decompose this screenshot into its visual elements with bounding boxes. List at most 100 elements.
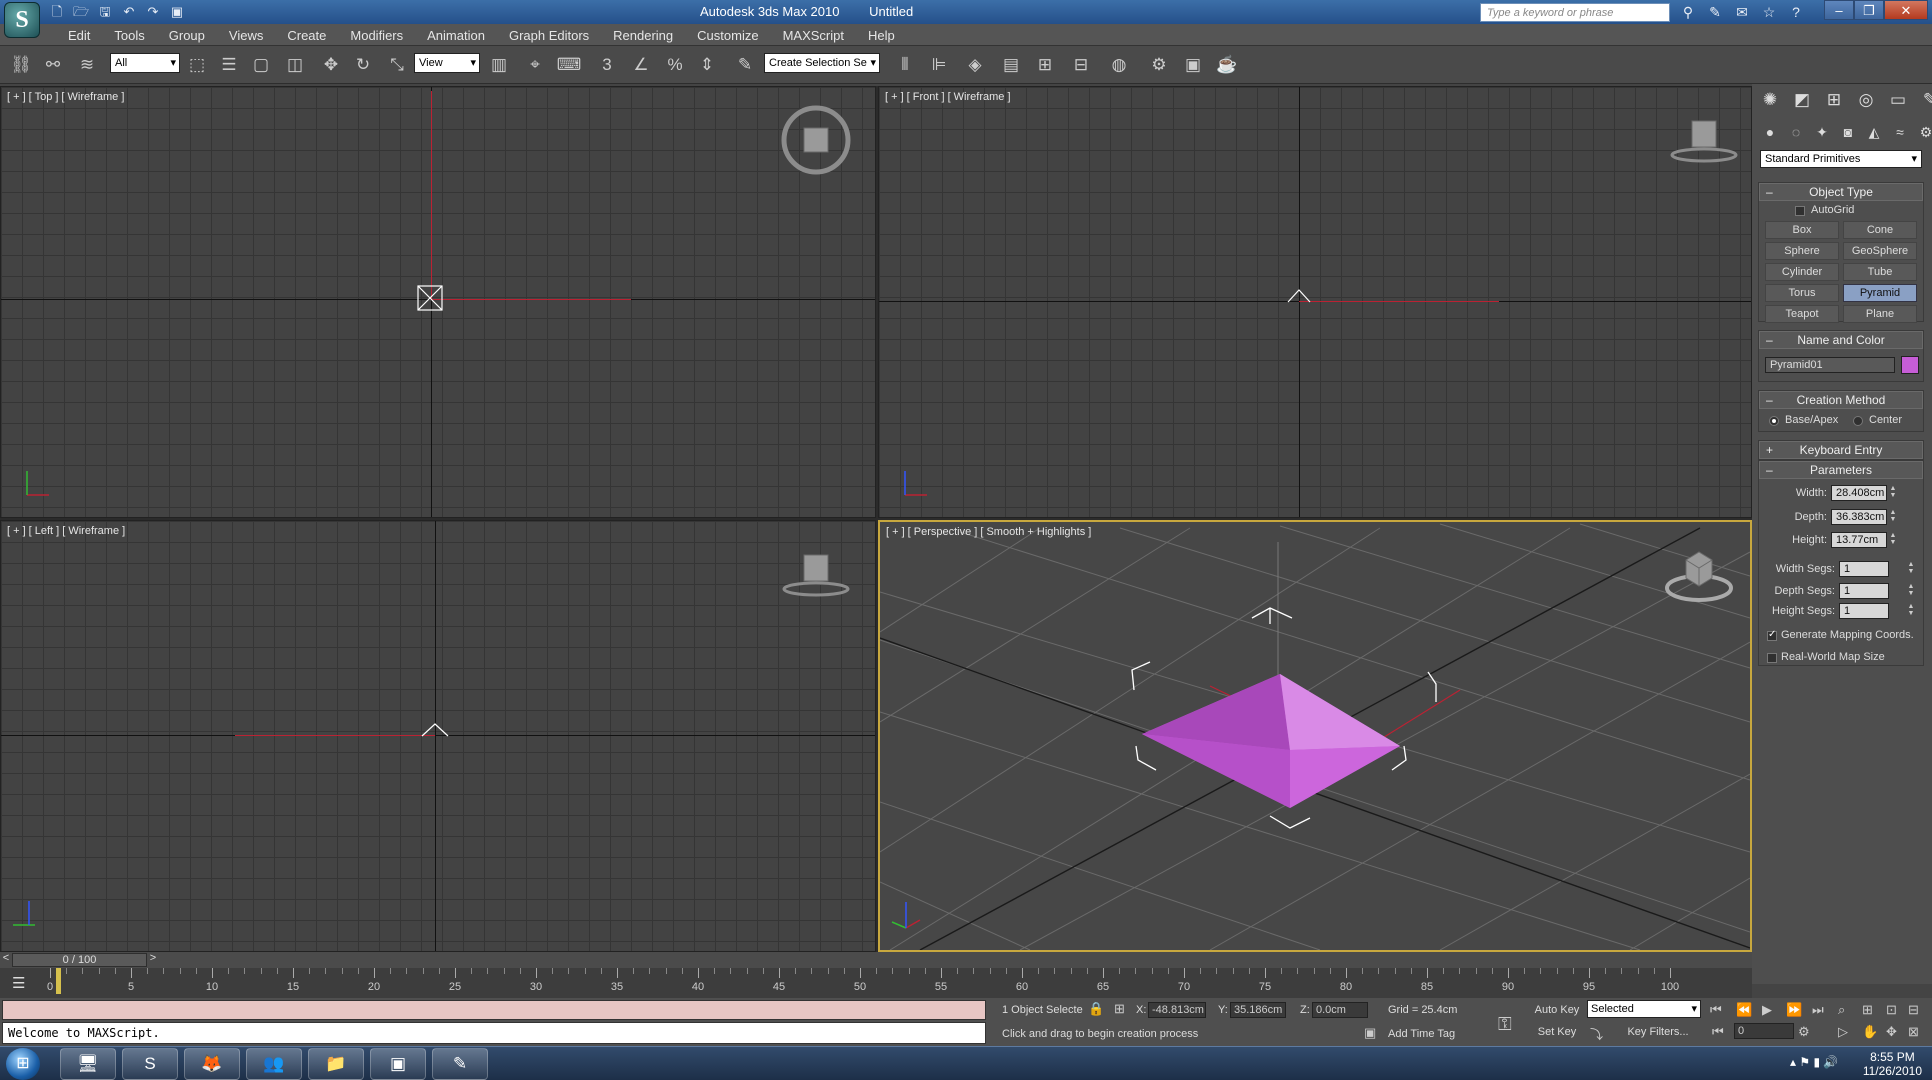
mini-curve-editor-icon[interactable]: ☰ <box>12 974 32 992</box>
bind-space-warp-icon[interactable]: ≋ <box>74 52 100 78</box>
taskbar-firefox-icon[interactable]: 🦊 <box>184 1048 240 1080</box>
favorites-star-icon[interactable]: ☆ <box>1759 3 1779 21</box>
default-tangents-icon[interactable]: ⤵ <box>1590 1024 1603 1043</box>
key-filters-button[interactable]: Key Filters... <box>1616 1026 1700 1038</box>
viewport-name[interactable]: [ Perspective ] <box>908 526 978 538</box>
viewcube-left[interactable] <box>781 539 851 609</box>
viewport-left-label[interactable]: [ + ][ Left ][ Wireframe ] <box>7 525 128 537</box>
width-spinner[interactable]: ▲ ▼ <box>1889 485 1897 501</box>
rectangular-selection-icon[interactable]: ▢ <box>248 52 274 78</box>
x-coordinate-field[interactable]: -48.813cm <box>1148 1002 1206 1018</box>
height-spinner[interactable]: ▲ ▼ <box>1889 532 1897 548</box>
minimize-icon[interactable]: – <box>1824 0 1854 20</box>
zoom-extents-all-icon[interactable]: ⊟ <box>1908 1002 1919 1018</box>
render-setup-icon[interactable]: ⚙ <box>1146 52 1172 78</box>
maxscript-output[interactable]: Welcome to MAXScript. <box>2 1022 986 1044</box>
object-name-input[interactable]: Pyramid01 <box>1765 357 1895 373</box>
height-input[interactable]: 13.77cm <box>1831 532 1887 548</box>
select-object-icon[interactable]: ⬚ <box>184 52 210 78</box>
category-dropdown[interactable]: Standard Primitives <box>1760 150 1922 168</box>
time-config-icon[interactable]: ⚙ <box>1798 1024 1810 1040</box>
modify-tab-icon[interactable]: ◩ <box>1790 88 1814 112</box>
close-icon[interactable]: ✕ <box>1884 0 1928 20</box>
previous-frame-icon[interactable]: ⏪ <box>1736 1002 1752 1018</box>
display-tab-icon[interactable]: ▭ <box>1886 88 1910 112</box>
viewport-top-label[interactable]: [ + ][ Top ][ Wireframe ] <box>7 91 127 103</box>
viewport-menu-plus[interactable]: [ + ] <box>7 525 26 537</box>
utilities-tab-icon[interactable]: ✎ <box>1918 88 1932 112</box>
width-segs-input[interactable]: 1 <box>1839 561 1889 577</box>
help-icon[interactable]: ? <box>1786 3 1806 21</box>
redo-icon[interactable]: ↷ <box>144 3 162 20</box>
graphite-ribbon-icon[interactable]: ▤ <box>998 52 1024 78</box>
snaps-toggle-icon[interactable]: 3 <box>594 52 620 78</box>
schematic-view-icon[interactable]: ⊟ <box>1068 52 1094 78</box>
window-crossing-icon[interactable]: ◫ <box>282 52 308 78</box>
torus-button[interactable]: Torus <box>1765 284 1839 302</box>
go-to-start-icon[interactable]: ⏮ <box>1710 1002 1722 1018</box>
viewcube-perspective[interactable] <box>1664 540 1734 610</box>
selection-filter-dropdown[interactable]: All <box>110 53 180 73</box>
viewport-shading[interactable]: [ Smooth + Highlights ] <box>980 526 1091 538</box>
menu-edit[interactable]: Edit <box>56 28 102 43</box>
time-slider-prev[interactable]: < <box>0 952 12 968</box>
time-slider[interactable]: < 0 / 100 > <box>0 952 1752 968</box>
cylinder-button[interactable]: Cylinder <box>1765 263 1839 281</box>
keyboard-entry-header[interactable]: + Keyboard Entry <box>1759 441 1923 459</box>
go-to-end-icon[interactable]: ⏭ <box>1812 1002 1824 1018</box>
set-key-button[interactable]: Set Key <box>1532 1026 1582 1038</box>
center-radio[interactable] <box>1853 416 1863 426</box>
width-input[interactable]: 28.408cm <box>1831 485 1887 501</box>
layer-manager-icon[interactable]: ◈ <box>962 52 988 78</box>
search-input[interactable]: Type a keyword or phrase <box>1480 3 1670 22</box>
name-color-header[interactable]: – Name and Color <box>1759 331 1923 349</box>
viewport-menu-plus[interactable]: [ + ] <box>7 91 26 103</box>
viewport-menu-plus[interactable]: [ + ] <box>886 526 905 538</box>
render-production-icon[interactable]: ☕ <box>1214 52 1240 78</box>
rendered-frame-icon[interactable]: ▣ <box>1180 52 1206 78</box>
box-button[interactable]: Box <box>1765 221 1839 239</box>
edit-named-selection-icon[interactable]: ✎ <box>732 52 758 78</box>
viewport-left[interactable]: [ + ][ Left ][ Wireframe ] <box>0 520 876 952</box>
restore-icon[interactable]: ❐ <box>1854 0 1884 20</box>
absolute-mode-icon[interactable]: ⊞ <box>1114 1001 1125 1017</box>
link-icon[interactable]: ⛓ <box>8 52 34 78</box>
select-by-name-icon[interactable]: ☰ <box>216 52 242 78</box>
angle-snap-icon[interactable]: ∠ <box>628 52 654 78</box>
app-menu-button[interactable]: S <box>4 2 40 38</box>
material-editor-icon[interactable]: ◍ <box>1106 52 1132 78</box>
viewport-top[interactable]: [ + ][ Top ][ Wireframe ] <box>0 86 876 518</box>
viewport-front-label[interactable]: [ + ][ Front ][ Wireframe ] <box>885 91 1014 103</box>
scale-icon[interactable]: ⤡ <box>384 52 410 78</box>
zoom-extents-icon[interactable]: ⊡ <box>1886 1002 1897 1018</box>
object-type-header[interactable]: – Object Type <box>1759 183 1923 201</box>
space-warps-icon[interactable]: ≈ <box>1890 122 1910 142</box>
open-file-icon[interactable]: 🗁 <box>72 3 90 20</box>
menu-maxscript[interactable]: MAXScript <box>771 28 856 43</box>
taskbar-explorer-icon[interactable]: 🖥 <box>60 1048 116 1080</box>
parameters-header[interactable]: – Parameters <box>1759 461 1923 479</box>
geometry-icon[interactable]: ● <box>1760 122 1780 142</box>
menu-rendering[interactable]: Rendering <box>601 28 685 43</box>
sphere-button[interactable]: Sphere <box>1765 242 1839 260</box>
pyramid-button[interactable]: Pyramid <box>1843 284 1917 302</box>
taskbar-folder-icon[interactable]: 📁 <box>308 1048 364 1080</box>
viewport-name[interactable]: [ Front ] <box>907 91 945 103</box>
menu-tools[interactable]: Tools <box>102 28 156 43</box>
viewport-perspective-label[interactable]: [ + ][ Perspective ][ Smooth + Highlight… <box>886 526 1094 538</box>
generate-mapping-checkbox[interactable] <box>1767 629 1777 641</box>
taskbar-messenger-icon[interactable]: 👥 <box>246 1048 302 1080</box>
time-slider-next[interactable]: > <box>147 952 159 968</box>
geosphere-button[interactable]: GeoSphere <box>1843 242 1917 260</box>
align-icon[interactable]: ⊫ <box>926 52 952 78</box>
menu-help[interactable]: Help <box>856 28 907 43</box>
object-color-swatch[interactable] <box>1901 356 1919 374</box>
reference-coordinate-dropdown[interactable]: View <box>414 53 480 73</box>
key-icon[interactable]: ⚿ <box>1498 1014 1512 1035</box>
communication-icon[interactable]: ✉ <box>1732 3 1752 21</box>
tube-button[interactable]: Tube <box>1843 263 1917 281</box>
y-coordinate-field[interactable]: 35.186cm <box>1230 1002 1286 1018</box>
teapot-button[interactable]: Teapot <box>1765 305 1839 323</box>
move-icon[interactable]: ✥ <box>318 52 344 78</box>
viewport-front[interactable]: [ + ][ Front ][ Wireframe ] <box>878 86 1752 518</box>
